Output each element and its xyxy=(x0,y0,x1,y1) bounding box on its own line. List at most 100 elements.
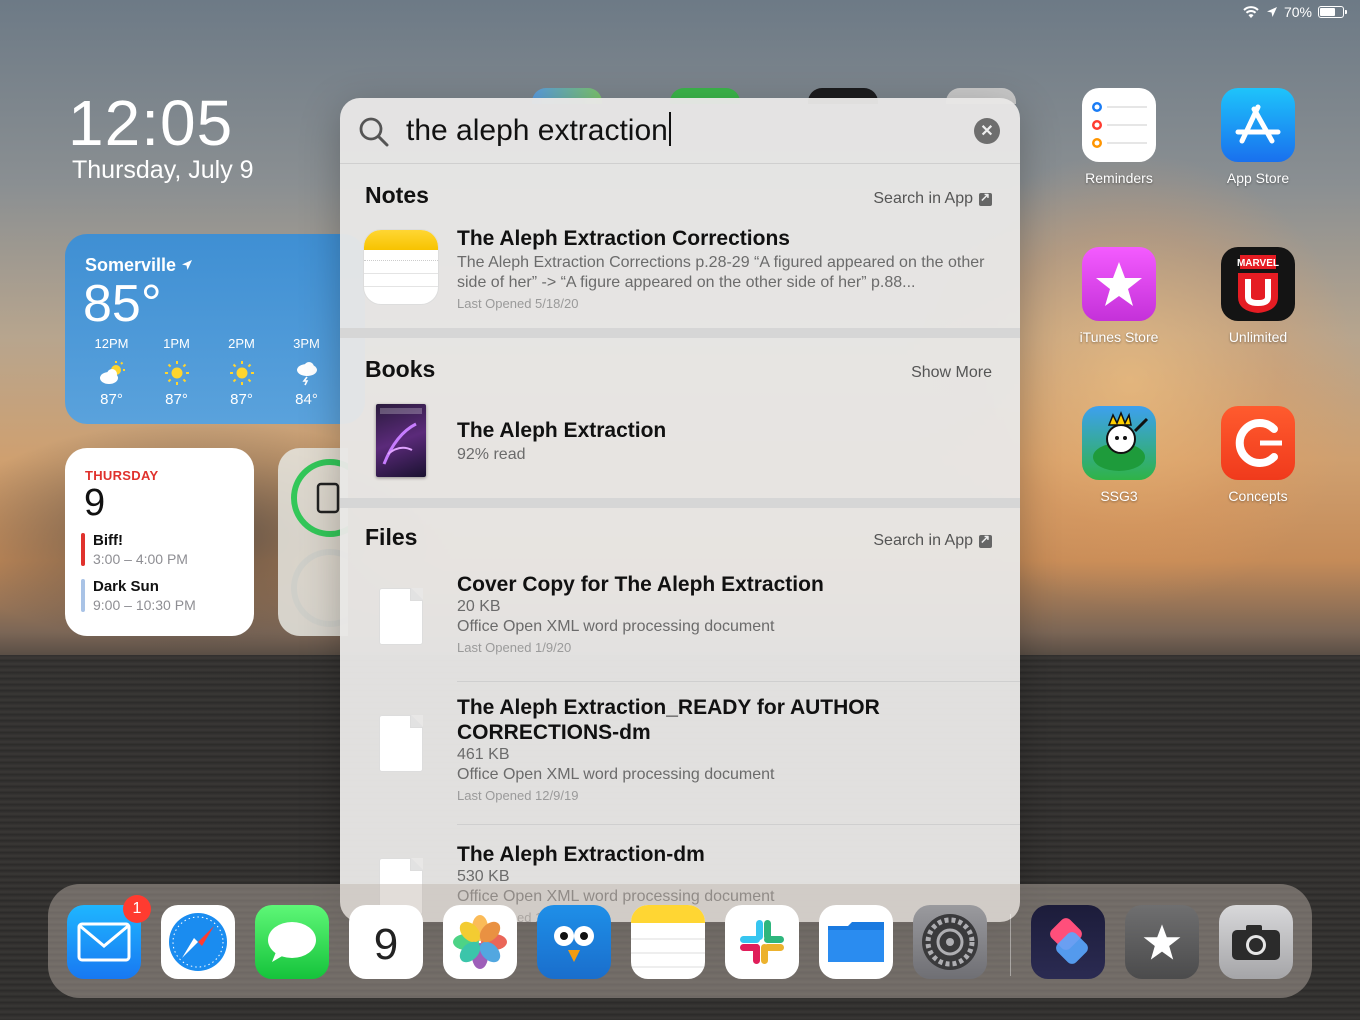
document-icon xyxy=(379,715,423,772)
files-search-in-app-button[interactable]: Search in App xyxy=(873,532,992,550)
svg-text:MARVEL: MARVEL xyxy=(1237,258,1279,269)
mail-notification-badge: 1 xyxy=(123,895,151,923)
files-icon[interactable] xyxy=(819,905,893,979)
clock-date: Thursday, July 9 xyxy=(72,156,254,184)
safari-icon[interactable] xyxy=(161,905,235,979)
file-result[interactable]: The Aleph Extraction_READY for AUTHOR CO… xyxy=(457,695,992,803)
section-divider xyxy=(340,498,1020,508)
books-show-more-button[interactable]: Show More xyxy=(911,364,992,382)
calendar-widget[interactable]: THURSDAY 9 Biff! 3:00 – 4:00 PM Dark Sun… xyxy=(65,448,254,636)
slack-icon[interactable] xyxy=(725,905,799,979)
result-title: The Aleph Extraction_READY for AUTHOR CO… xyxy=(457,696,880,744)
photos-icon[interactable] xyxy=(443,905,517,979)
clock-time: 12:05 xyxy=(68,87,234,159)
battery-percent: 70% xyxy=(1283,4,1312,20)
section-title-files: Files xyxy=(365,524,418,550)
book-cover-thumbnail xyxy=(376,404,426,477)
batteries-widget[interactable] xyxy=(278,448,348,636)
weather-widget[interactable]: Somerville 85° 12PM 87° 1PM 87° 2PM 87° … xyxy=(65,234,365,424)
search-input[interactable]: the aleph extraction xyxy=(406,112,671,148)
result-title: The Aleph Extraction-dm xyxy=(457,843,705,866)
weather-temp: 85° xyxy=(83,275,162,333)
weather-hour: 3PM 84° xyxy=(274,336,339,408)
weather-hourly: 12PM 87° 1PM 87° 2PM 87° 3PM 84° xyxy=(79,336,339,408)
document-icon xyxy=(379,588,423,645)
sun-icon xyxy=(144,357,209,389)
wifi-icon xyxy=(1243,6,1259,18)
weather-city: Somerville xyxy=(85,255,193,276)
book-cover-art-icon xyxy=(380,408,422,465)
concepts-icon xyxy=(1221,406,1295,480)
dock-divider xyxy=(1010,914,1011,976)
event-color-bar xyxy=(81,533,85,566)
reeder-star-icon[interactable] xyxy=(1125,905,1199,979)
notes-app-icon xyxy=(364,230,438,304)
weather-hour: 2PM 87° xyxy=(209,336,274,408)
reminders-icon xyxy=(1082,88,1156,162)
file-result[interactable]: Cover Copy for The Aleph Extraction 20 K… xyxy=(457,572,992,655)
calendar-day: 9 xyxy=(84,482,106,524)
settings-icon[interactable] xyxy=(913,905,987,979)
result-size: 20 KB xyxy=(457,598,501,615)
section-title-notes: Notes xyxy=(365,182,429,208)
notes-section: Notes Search in App The Aleph Extraction… xyxy=(340,164,1020,328)
result-read-progress: 92% read xyxy=(457,446,526,463)
result-kind: Office Open XML word processing document xyxy=(457,618,775,635)
open-external-icon xyxy=(979,532,992,548)
result-snippet: The Aleph Extraction Corrections p.28-29… xyxy=(457,254,985,291)
itunes-star-icon xyxy=(1082,247,1156,321)
text-cursor xyxy=(668,112,671,146)
result-size: 461 KB xyxy=(457,746,510,763)
ipad-battery-ring-icon xyxy=(291,459,348,627)
calendar-weekday: THURSDAY xyxy=(85,468,159,483)
app-reminders[interactable]: Reminders xyxy=(1064,88,1174,186)
section-divider xyxy=(340,328,1020,338)
notes-search-in-app-button[interactable]: Search in App xyxy=(873,190,992,208)
shortcuts-icon[interactable] xyxy=(1031,905,1105,979)
search-icon xyxy=(359,117,389,147)
marvel-unlimited-icon: MARVEL xyxy=(1221,247,1295,321)
ssg3-golfer-icon xyxy=(1082,406,1156,480)
result-last-opened: Last Opened 12/9/19 xyxy=(457,788,579,803)
result-divider xyxy=(457,681,1020,682)
calendar-icon[interactable]: 9 xyxy=(349,905,423,979)
open-external-icon xyxy=(979,190,992,206)
weather-hour: 12PM 87° xyxy=(79,336,144,408)
section-title-books: Books xyxy=(365,356,436,382)
result-last-opened: Last Opened 5/18/20 xyxy=(457,296,579,311)
spotlight-panel: the aleph extraction ✕ Notes Search in A… xyxy=(340,98,1020,922)
status-bar: 70% xyxy=(1242,3,1347,21)
location-arrow-icon xyxy=(182,260,193,270)
messages-icon[interactable] xyxy=(255,905,329,979)
result-divider xyxy=(457,824,1020,825)
result-title: The Aleph Extraction xyxy=(457,419,667,442)
result-title: The Aleph Extraction Corrections xyxy=(457,227,790,250)
spotlight-search-bar[interactable]: the aleph extraction ✕ xyxy=(340,98,1020,164)
calendar-event[interactable]: Biff! 3:00 – 4:00 PM xyxy=(81,532,188,567)
sun-icon xyxy=(209,357,274,389)
books-section: Books Show More The Aleph Extraction 92%… xyxy=(340,338,1020,498)
app-store-icon xyxy=(1221,88,1295,162)
books-result[interactable]: The Aleph Extraction 92% read xyxy=(457,418,992,465)
app-ssg3[interactable]: SSG3 xyxy=(1064,406,1174,504)
thunderstorm-icon xyxy=(274,357,339,389)
weather-hour: 1PM 87° xyxy=(144,336,209,408)
notes-result[interactable]: The Aleph Extraction Corrections The Ale… xyxy=(457,226,992,311)
files-section: Files Search in App Cover Copy for The A… xyxy=(340,508,1020,922)
clear-search-button[interactable]: ✕ xyxy=(974,118,1000,144)
location-icon xyxy=(1266,7,1277,17)
notes-icon[interactable] xyxy=(631,905,705,979)
result-kind: Office Open XML word processing document xyxy=(457,766,775,783)
camera-icon[interactable] xyxy=(1219,905,1293,979)
calendar-event[interactable]: Dark Sun 9:00 – 10:30 PM xyxy=(81,578,196,613)
result-title: Cover Copy for The Aleph Extraction xyxy=(457,573,824,596)
app-itunes-store[interactable]: iTunes Store xyxy=(1064,247,1174,345)
dock: 9 xyxy=(48,884,1312,998)
app-concepts[interactable]: Concepts xyxy=(1203,406,1313,504)
event-color-bar xyxy=(81,579,85,612)
tweetbot-icon[interactable] xyxy=(537,905,611,979)
app-app-store[interactable]: App Store xyxy=(1203,88,1313,186)
result-last-opened: Last Opened 1/9/20 xyxy=(457,640,572,655)
app-marvel-unlimited[interactable]: MARVEL Unlimited xyxy=(1203,247,1313,345)
battery-icon xyxy=(1318,6,1347,18)
